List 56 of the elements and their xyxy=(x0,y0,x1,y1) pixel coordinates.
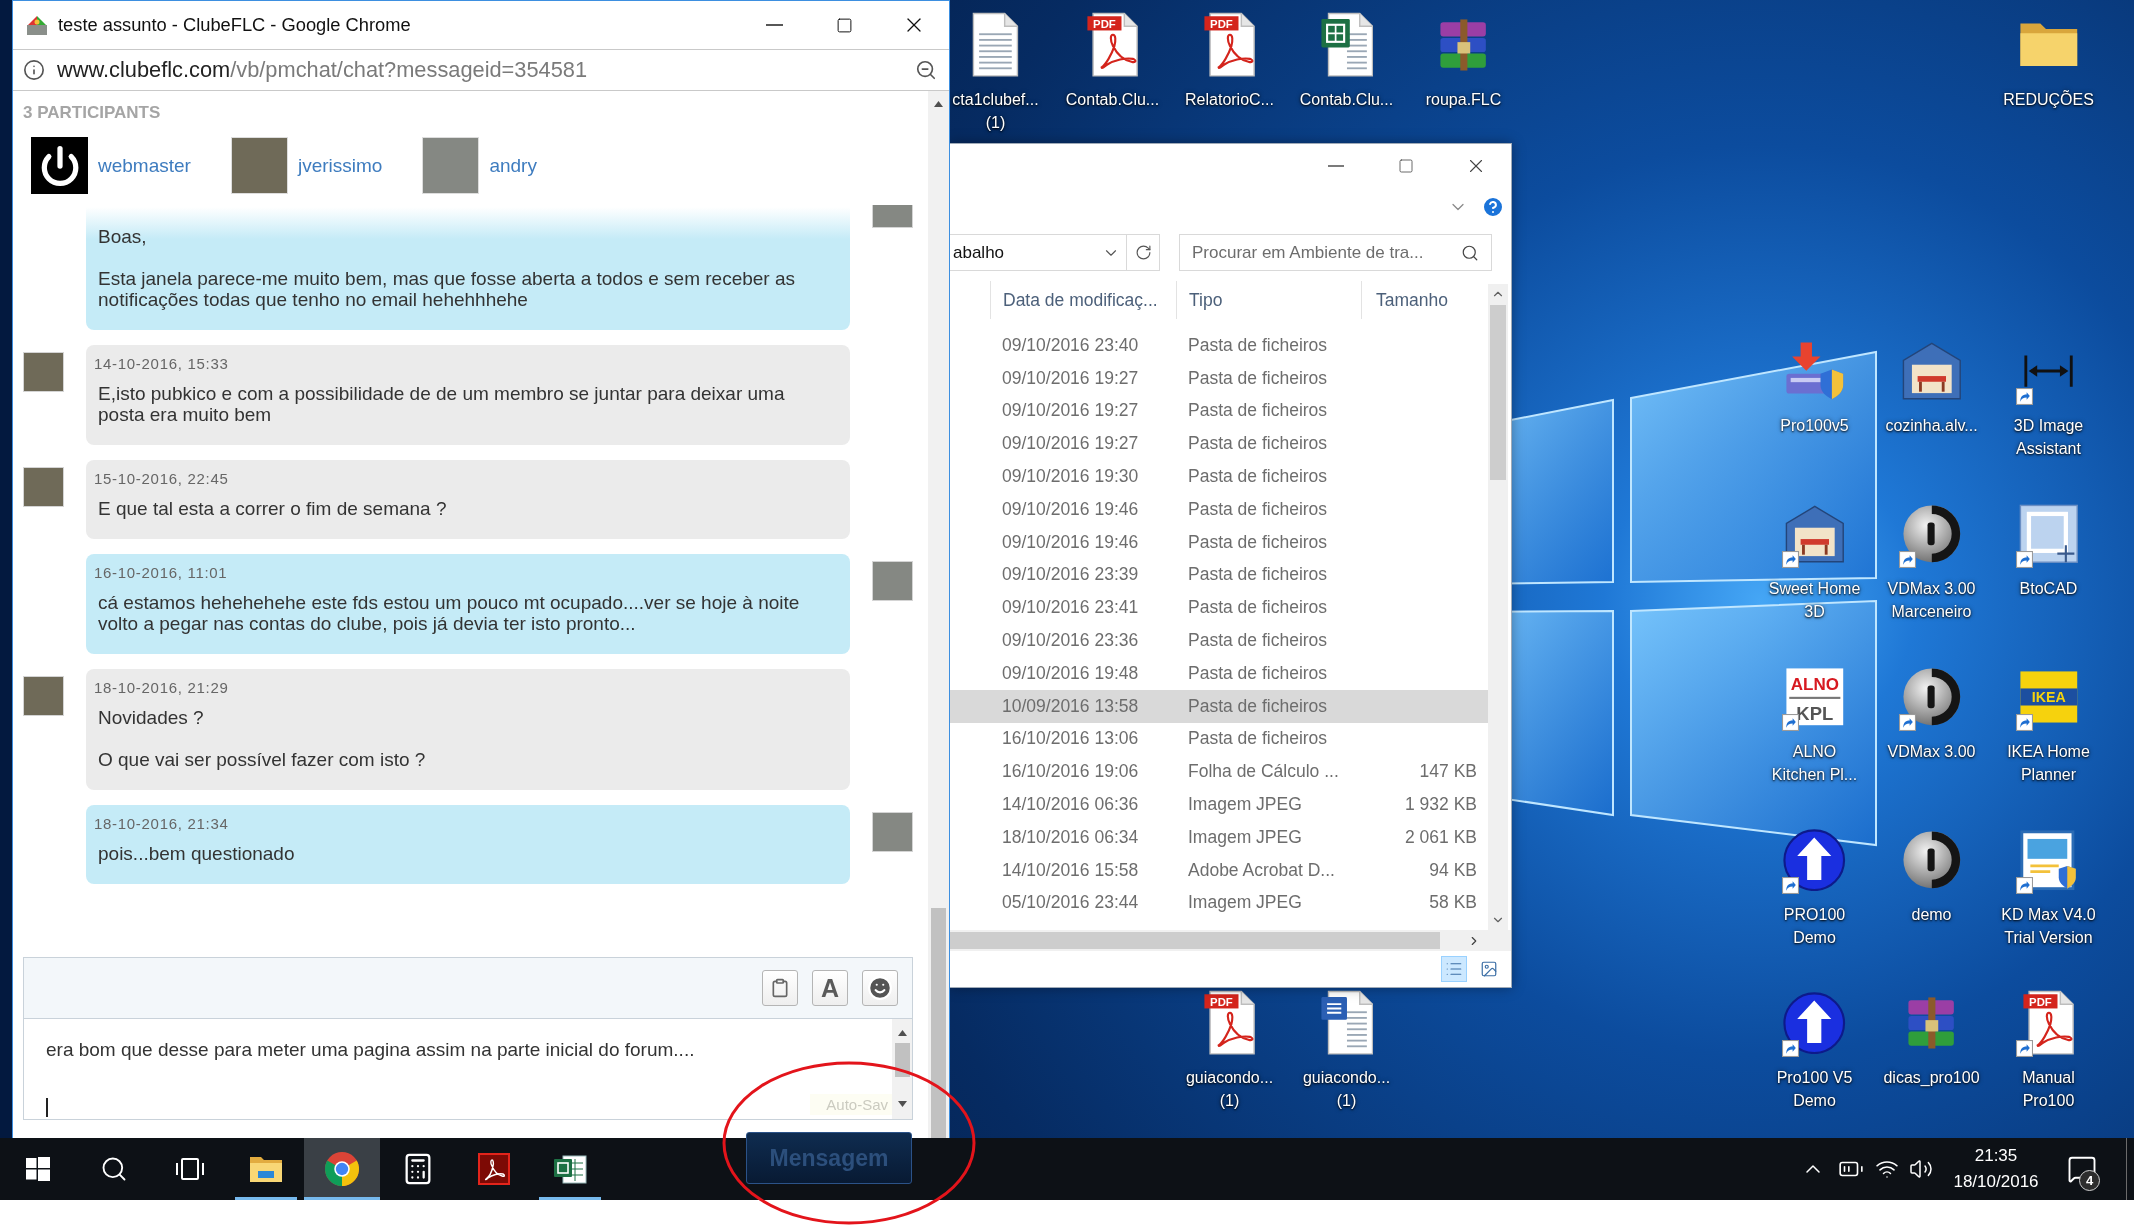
date-cell-text: 18/10/2016 06:34 xyxy=(1001,826,1140,848)
url-text: www.clubeflc.com/vb/pmchat/chat?messageid=354581 xyxy=(57,57,588,83)
date-cell-text: 09/10/2016 19:46 xyxy=(1001,498,1140,520)
type-cell-text: Adobe Acrobat D... xyxy=(1187,859,1336,881)
type-cell-text: Imagem JPEG xyxy=(1187,892,1303,914)
date-cell-text: 09/10/2016 23:36 xyxy=(1001,630,1140,652)
date-cell-text: 09/10/2016 23:41 xyxy=(1001,597,1140,619)
message-date: 18-10-2016, 21:29 xyxy=(94,679,229,697)
message-text: Novidades ? O que vai ser possível fazer com isto ? xyxy=(97,707,427,770)
date-cell-text: 16/10/2016 13:06 xyxy=(1001,728,1140,750)
type-cell-text: Pasta de ficheiros xyxy=(1187,695,1329,717)
type-cell-text: Imagem JPEG xyxy=(1187,794,1303,816)
message-text: E,isto pubkico e com a possibilidade de de um membro se juntar para deixar uma posta era muito bem xyxy=(97,383,786,425)
type-cell-text: Pasta de ficheiros xyxy=(1187,466,1329,488)
participants-heading: 3 PARTICIPANTS xyxy=(23,103,161,123)
message-text: pois...bem questionado xyxy=(97,843,296,864)
size-cell-text: 94 KB xyxy=(1428,859,1478,881)
type-cell-text: Pasta de ficheiros xyxy=(1187,531,1329,553)
message-text: Boas, Esta janela parece-me muito bem, mas que fosse aberta a todos e sem receber as notificações todas que tenho no email hehehhhehe xyxy=(97,226,797,310)
type-cell-text: Pasta de ficheiros xyxy=(1187,630,1329,652)
message-date: 18-10-2016, 21:34 xyxy=(94,815,229,833)
date-cell-text: 09/10/2016 19:27 xyxy=(1001,367,1140,389)
date-cell-text: 10/09/2016 13:58 xyxy=(1001,695,1140,717)
date-cell-text: 09/10/2016 19:46 xyxy=(1001,531,1140,553)
date-cell-text: 09/10/2016 23:39 xyxy=(1001,564,1140,586)
size-cell-text: 147 KB xyxy=(1418,761,1478,783)
type-cell-text: Pasta de ficheiros xyxy=(1187,662,1329,684)
size-cell-text: 58 KB xyxy=(1428,892,1478,914)
date-cell-text: 05/10/2016 23:44 xyxy=(1001,892,1140,914)
type-cell-text: Pasta de ficheiros xyxy=(1187,367,1329,389)
window-title: teste assunto - ClubeFLC - Google Chrome xyxy=(58,14,411,36)
type-cell-text: Pasta de ficheiros xyxy=(1187,498,1329,520)
type-cell-text: Pasta de ficheiros xyxy=(1187,433,1329,455)
date-cell-text: 16/10/2016 19:06 xyxy=(1001,761,1140,783)
type-cell-text: Pasta de ficheiros xyxy=(1187,400,1329,422)
size-cell-text: 1 932 KB xyxy=(1404,794,1478,816)
type-cell-text: Pasta de ficheiros xyxy=(1187,728,1329,750)
type-cell-text: Pasta de ficheiros xyxy=(1187,564,1329,586)
message-date: 15-10-2016, 22:45 xyxy=(94,470,229,488)
message-text: cá estamos hehehehehe este fds estou um pouco mt ocupado....ver se hoje à noite volto a pegar nas contas do clube, pois já devia ter isto pronto... xyxy=(97,592,801,634)
date-cell-text: 14/10/2016 15:58 xyxy=(1001,859,1140,881)
type-cell-text: Folha de Cálculo ... xyxy=(1187,761,1340,783)
date-cell-text: 09/10/2016 19:27 xyxy=(1001,400,1140,422)
type-cell-text: Imagem JPEG xyxy=(1187,826,1303,848)
date-cell-text: 14/10/2016 06:36 xyxy=(1001,794,1140,816)
type-cell-text: Pasta de ficheiros xyxy=(1187,334,1329,356)
type-cell-text: Pasta de ficheiros xyxy=(1187,597,1329,619)
date-cell-text: 09/10/2016 19:48 xyxy=(1001,662,1140,684)
date-cell-text: 09/10/2016 19:27 xyxy=(1001,433,1140,455)
message-date: 16-10-2016, 11:01 xyxy=(94,564,228,582)
date-cell-text: 09/10/2016 19:30 xyxy=(1001,466,1140,488)
message-date: 14-10-2016, 15:33 xyxy=(94,355,229,373)
date-cell-text: 09/10/2016 23:40 xyxy=(1001,334,1140,356)
message-text: E que tal esta a correr o fim de semana ? xyxy=(97,498,448,519)
notification-count: 4 xyxy=(2079,1170,2100,1191)
size-cell-text: 2 061 KB xyxy=(1404,826,1478,848)
